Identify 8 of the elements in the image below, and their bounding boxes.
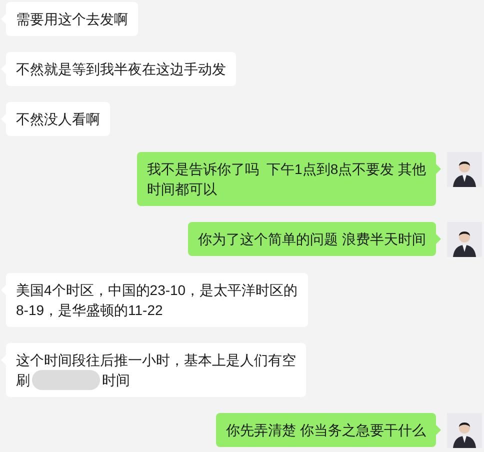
message-text: 不然就是等到我半夜在这边手动发 bbox=[16, 60, 226, 79]
message-text: 不然没人看啊 bbox=[16, 110, 100, 129]
message-text: 这个时间段往后推一小时，基本上是人们有空 刷 时间 bbox=[16, 351, 296, 390]
message-text: 美国4个时区，中国的23-10，是太平洋时区的 8-19，是华盛顿的11-22 bbox=[16, 281, 298, 320]
message-text: 你为了这个简单的问题 浪费半天时间 bbox=[198, 230, 426, 249]
message-text: 你先弄清楚 你当务之急要干什么 bbox=[226, 421, 426, 440]
message-text: 需要用这个去发啊 bbox=[16, 10, 128, 29]
message-text: 我不是告诉你了吗 下午1点到8点不要发 其他 时间都可以 bbox=[146, 160, 426, 199]
